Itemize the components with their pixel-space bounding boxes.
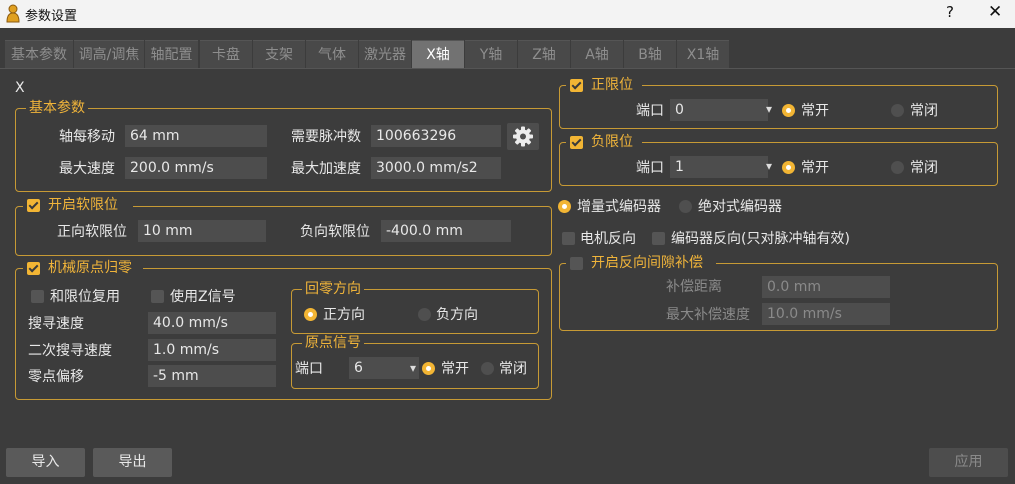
use-z-checkbox[interactable]	[151, 290, 164, 303]
pos-limit-nc-radio[interactable]	[891, 104, 904, 117]
neg-soft-limit-label: 负向软限位	[300, 224, 370, 240]
backlash-legend: 开启反向间隙补偿	[588, 255, 706, 271]
absolute-encoder-label: 绝对式编码器	[698, 199, 782, 215]
home-signal-legend: 原点信号	[302, 335, 364, 351]
neg-soft-limit-input[interactable]: -400.0 mm	[381, 220, 511, 242]
tab-divider	[0, 68, 1015, 69]
direction-negative-radio[interactable]	[418, 308, 431, 321]
tab-b-axis[interactable]: B轴	[624, 40, 676, 68]
speed-label: 最大速度	[59, 161, 115, 177]
neg-limit-nc-radio[interactable]	[891, 161, 904, 174]
neg-limit-no-label: 常开	[801, 160, 829, 176]
tab-chuck[interactable]: 卡盘	[200, 40, 252, 68]
backlash-speed-label: 最大补偿速度	[666, 307, 750, 323]
help-button[interactable]: ?	[946, 3, 954, 21]
pos-soft-limit-input[interactable]: 10 mm	[138, 220, 266, 242]
pos-limit-checkbox[interactable]	[570, 79, 583, 92]
home-no-radio[interactable]	[422, 362, 435, 375]
neg-limit-legend: 负限位	[588, 134, 636, 150]
direction-negative-label: 负方向	[436, 307, 478, 323]
basic-params-legend: 基本参数	[26, 100, 88, 116]
tab-axis-config[interactable]: 轴配置	[145, 40, 198, 68]
gear-button[interactable]	[507, 123, 539, 150]
backlash-distance-input[interactable]: 0.0 mm	[762, 276, 890, 298]
tab-a-axis[interactable]: A轴	[571, 40, 623, 68]
window-title: 参数设置	[25, 9, 78, 24]
tab-laser[interactable]: 激光器	[359, 40, 411, 68]
title-bar: 参数设置 ? ✕	[0, 0, 1015, 28]
gear-icon	[513, 126, 533, 147]
soft-limit-legend: 开启软限位	[45, 197, 121, 213]
tab-height-focus[interactable]: 调高/调焦	[74, 40, 144, 68]
pos-limit-nc-label: 常闭	[910, 103, 938, 119]
neg-limit-no-radio[interactable]	[782, 161, 795, 174]
tab-basic[interactable]: 基本参数	[5, 40, 73, 68]
incremental-encoder-label: 增量式编码器	[577, 199, 661, 215]
pos-limit-no-radio[interactable]	[782, 104, 795, 117]
home-no-label: 常开	[441, 361, 469, 377]
move-label: 轴每移动	[59, 129, 115, 145]
pos-limit-no-label: 常开	[801, 103, 829, 119]
home-nc-label: 常闭	[499, 361, 527, 377]
pos-soft-limit-label: 正向软限位	[57, 224, 127, 240]
encoder-reverse-label: 编码器反向(只对脉冲轴有效)	[671, 231, 850, 247]
accel-label: 最大加速度	[291, 161, 361, 177]
reuse-limit-label: 和限位复用	[50, 289, 120, 305]
homing-legend: 机械原点归零	[45, 260, 135, 276]
backlash-distance-label: 补偿距离	[666, 279, 722, 295]
chevron-down-icon: ▾	[410, 361, 417, 375]
apply-button[interactable]: 应用	[929, 448, 1008, 477]
tab-y-axis[interactable]: Y轴	[465, 40, 517, 68]
pos-limit-port-label: 端口	[636, 103, 664, 119]
home-port-select[interactable]: 6	[349, 357, 419, 379]
second-speed-input[interactable]: 1.0 mm/s	[148, 339, 276, 361]
motor-reverse-label: 电机反向	[580, 231, 636, 247]
encoder-reverse-checkbox[interactable]	[652, 232, 665, 245]
backlash-speed-input[interactable]: 10.0 mm/s	[762, 303, 890, 325]
pos-limit-port-select[interactable]: 0	[670, 99, 768, 121]
neg-limit-port-label: 端口	[636, 160, 664, 176]
chevron-down-icon: ▾	[766, 102, 773, 116]
offset-input[interactable]: -5 mm	[148, 365, 276, 387]
search-speed-label: 搜寻速度	[28, 316, 84, 332]
app-logo-icon	[6, 4, 20, 23]
accel-input[interactable]: 3000.0 mm/s2	[371, 157, 501, 179]
use-z-label: 使用Z信号	[170, 289, 236, 305]
chevron-down-icon: ▾	[766, 159, 773, 173]
tab-x-axis[interactable]: X轴	[412, 40, 464, 68]
neg-limit-port-select[interactable]: 1	[670, 156, 768, 178]
backlash-checkbox[interactable]	[570, 257, 583, 270]
pulse-input[interactable]: 100663296	[371, 125, 501, 147]
homing-checkbox[interactable]	[27, 262, 40, 275]
speed-input[interactable]: 200.0 mm/s	[125, 157, 267, 179]
axis-name: X	[15, 80, 25, 96]
reuse-limit-checkbox[interactable]	[31, 290, 44, 303]
basic-params-group	[15, 108, 552, 192]
home-direction-legend: 回零方向	[302, 281, 364, 297]
tab-z-axis[interactable]: Z轴	[518, 40, 570, 68]
direction-positive-label: 正方向	[323, 307, 365, 323]
tab-support[interactable]: 支架	[253, 40, 305, 68]
soft-limit-checkbox[interactable]	[27, 199, 40, 212]
motor-reverse-checkbox[interactable]	[562, 232, 575, 245]
home-nc-radio[interactable]	[481, 362, 494, 375]
close-button[interactable]: ✕	[988, 2, 1002, 22]
incremental-encoder-radio[interactable]	[558, 200, 571, 213]
tab-x1-axis[interactable]: X1轴	[677, 40, 729, 68]
move-input[interactable]: 64 mm	[125, 125, 267, 147]
offset-label: 零点偏移	[28, 369, 84, 385]
pulse-label: 需要脉冲数	[291, 129, 361, 145]
second-speed-label: 二次搜寻速度	[28, 343, 112, 359]
tab-gas[interactable]: 气体	[306, 40, 358, 68]
absolute-encoder-radio[interactable]	[679, 200, 692, 213]
export-button[interactable]: 导出	[93, 448, 172, 477]
home-port-label: 端口	[295, 361, 323, 377]
pos-limit-legend: 正限位	[588, 77, 636, 93]
direction-positive-radio[interactable]	[304, 308, 317, 321]
import-button[interactable]: 导入	[6, 448, 85, 477]
neg-limit-checkbox[interactable]	[570, 136, 583, 149]
search-speed-input[interactable]: 40.0 mm/s	[148, 312, 276, 334]
neg-limit-nc-label: 常闭	[910, 160, 938, 176]
